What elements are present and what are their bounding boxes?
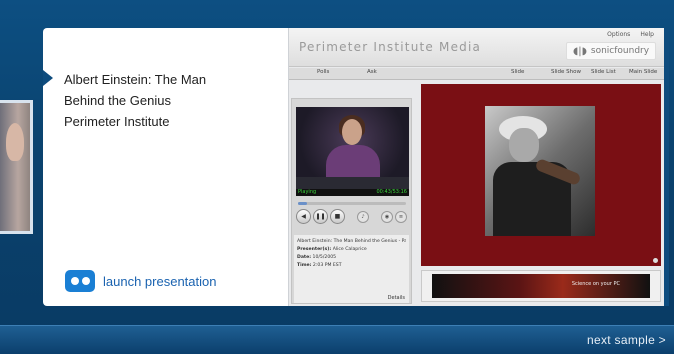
seek-bar[interactable] [298, 202, 406, 205]
presentation-info: Albert Einstein: The Man Behind the Geni… [294, 235, 409, 303]
sonicfoundry-logo-text: sonicfoundry [590, 46, 650, 56]
sonicfoundry-logo: ◖|◗ sonicfoundry [566, 42, 656, 60]
bottom-bar: next sample > [0, 325, 674, 354]
presentation-player-preview: Perimeter Institute Media Options Help ◖… [288, 28, 664, 306]
tab-slide-show[interactable]: Slide Show [551, 69, 581, 75]
tab-polls[interactable]: Polls [317, 69, 329, 75]
seek-progress [298, 202, 307, 205]
player-brand: Perimeter Institute Media [299, 40, 482, 54]
caption-icon[interactable]: ≡ [395, 211, 407, 223]
info-presenter: Presenter(s): Alice Calaprice [297, 247, 367, 252]
playback-time: 00:43/53:16 [376, 189, 407, 195]
slide-view [421, 84, 661, 266]
banner-text: Science on your PC [571, 281, 620, 287]
presentation-title: Albert Einstein: The Man Behind the Geni… [64, 69, 264, 132]
info-date: Date: 10/5/2005 [297, 255, 337, 260]
speaker-video[interactable] [296, 107, 409, 189]
stop-button[interactable]: ■ [330, 209, 345, 224]
options-link[interactable]: Options [607, 31, 630, 38]
launch-presentation-label: launch presentation [103, 273, 217, 289]
player-header-links: Options Help [607, 31, 654, 38]
title-line: Behind the Genius [64, 93, 171, 108]
player-media-panel: Playing 00:43/53:16 ◀ ❚❚ ■ ♪ ◉ ≡ Albert … [291, 98, 412, 304]
info-time: Time: 2:03 PM EST [297, 263, 342, 268]
playback-state: Playing [298, 189, 317, 195]
player-banner: Science on your PC [421, 270, 661, 302]
launch-icon [65, 270, 95, 292]
sonicfoundry-logo-icon: ◖|◗ [573, 45, 587, 57]
slide-image [485, 106, 595, 236]
player-tab-bar: Polls Ask Slide Slide Show Slide List Ma… [289, 68, 664, 80]
tab-main-slide[interactable]: Main Slide [629, 69, 657, 75]
help-link[interactable]: Help [640, 31, 654, 38]
tab-slide-list[interactable]: Slide List [591, 69, 616, 75]
fullscreen-icon[interactable]: ◉ [381, 211, 393, 223]
video-status-bar: Playing 00:43/53:16 [296, 189, 409, 196]
details-link[interactable]: Details [388, 295, 405, 301]
next-sample-link[interactable]: next sample > [587, 333, 666, 347]
previous-sample-thumbnail[interactable] [0, 100, 33, 234]
title-line: Albert Einstein: The Man [64, 72, 207, 87]
selection-pointer-icon [43, 70, 53, 86]
info-title: Albert Einstein: The Man Behind the Geni… [297, 239, 406, 244]
slide-indicator-icon [653, 258, 658, 263]
pause-button[interactable]: ❚❚ [313, 209, 328, 224]
title-line: Perimeter Institute [64, 114, 170, 129]
launch-presentation-button[interactable]: launch presentation [65, 270, 216, 292]
tab-slide[interactable]: Slide [511, 69, 524, 75]
rewind-button[interactable]: ◀ [296, 209, 311, 224]
playback-controls: ◀ ❚❚ ■ ♪ ◉ ≡ [296, 209, 407, 224]
volume-icon[interactable]: ♪ [357, 211, 369, 223]
tab-ask[interactable]: Ask [367, 69, 377, 75]
player-header: Perimeter Institute Media Options Help ◖… [289, 28, 664, 67]
